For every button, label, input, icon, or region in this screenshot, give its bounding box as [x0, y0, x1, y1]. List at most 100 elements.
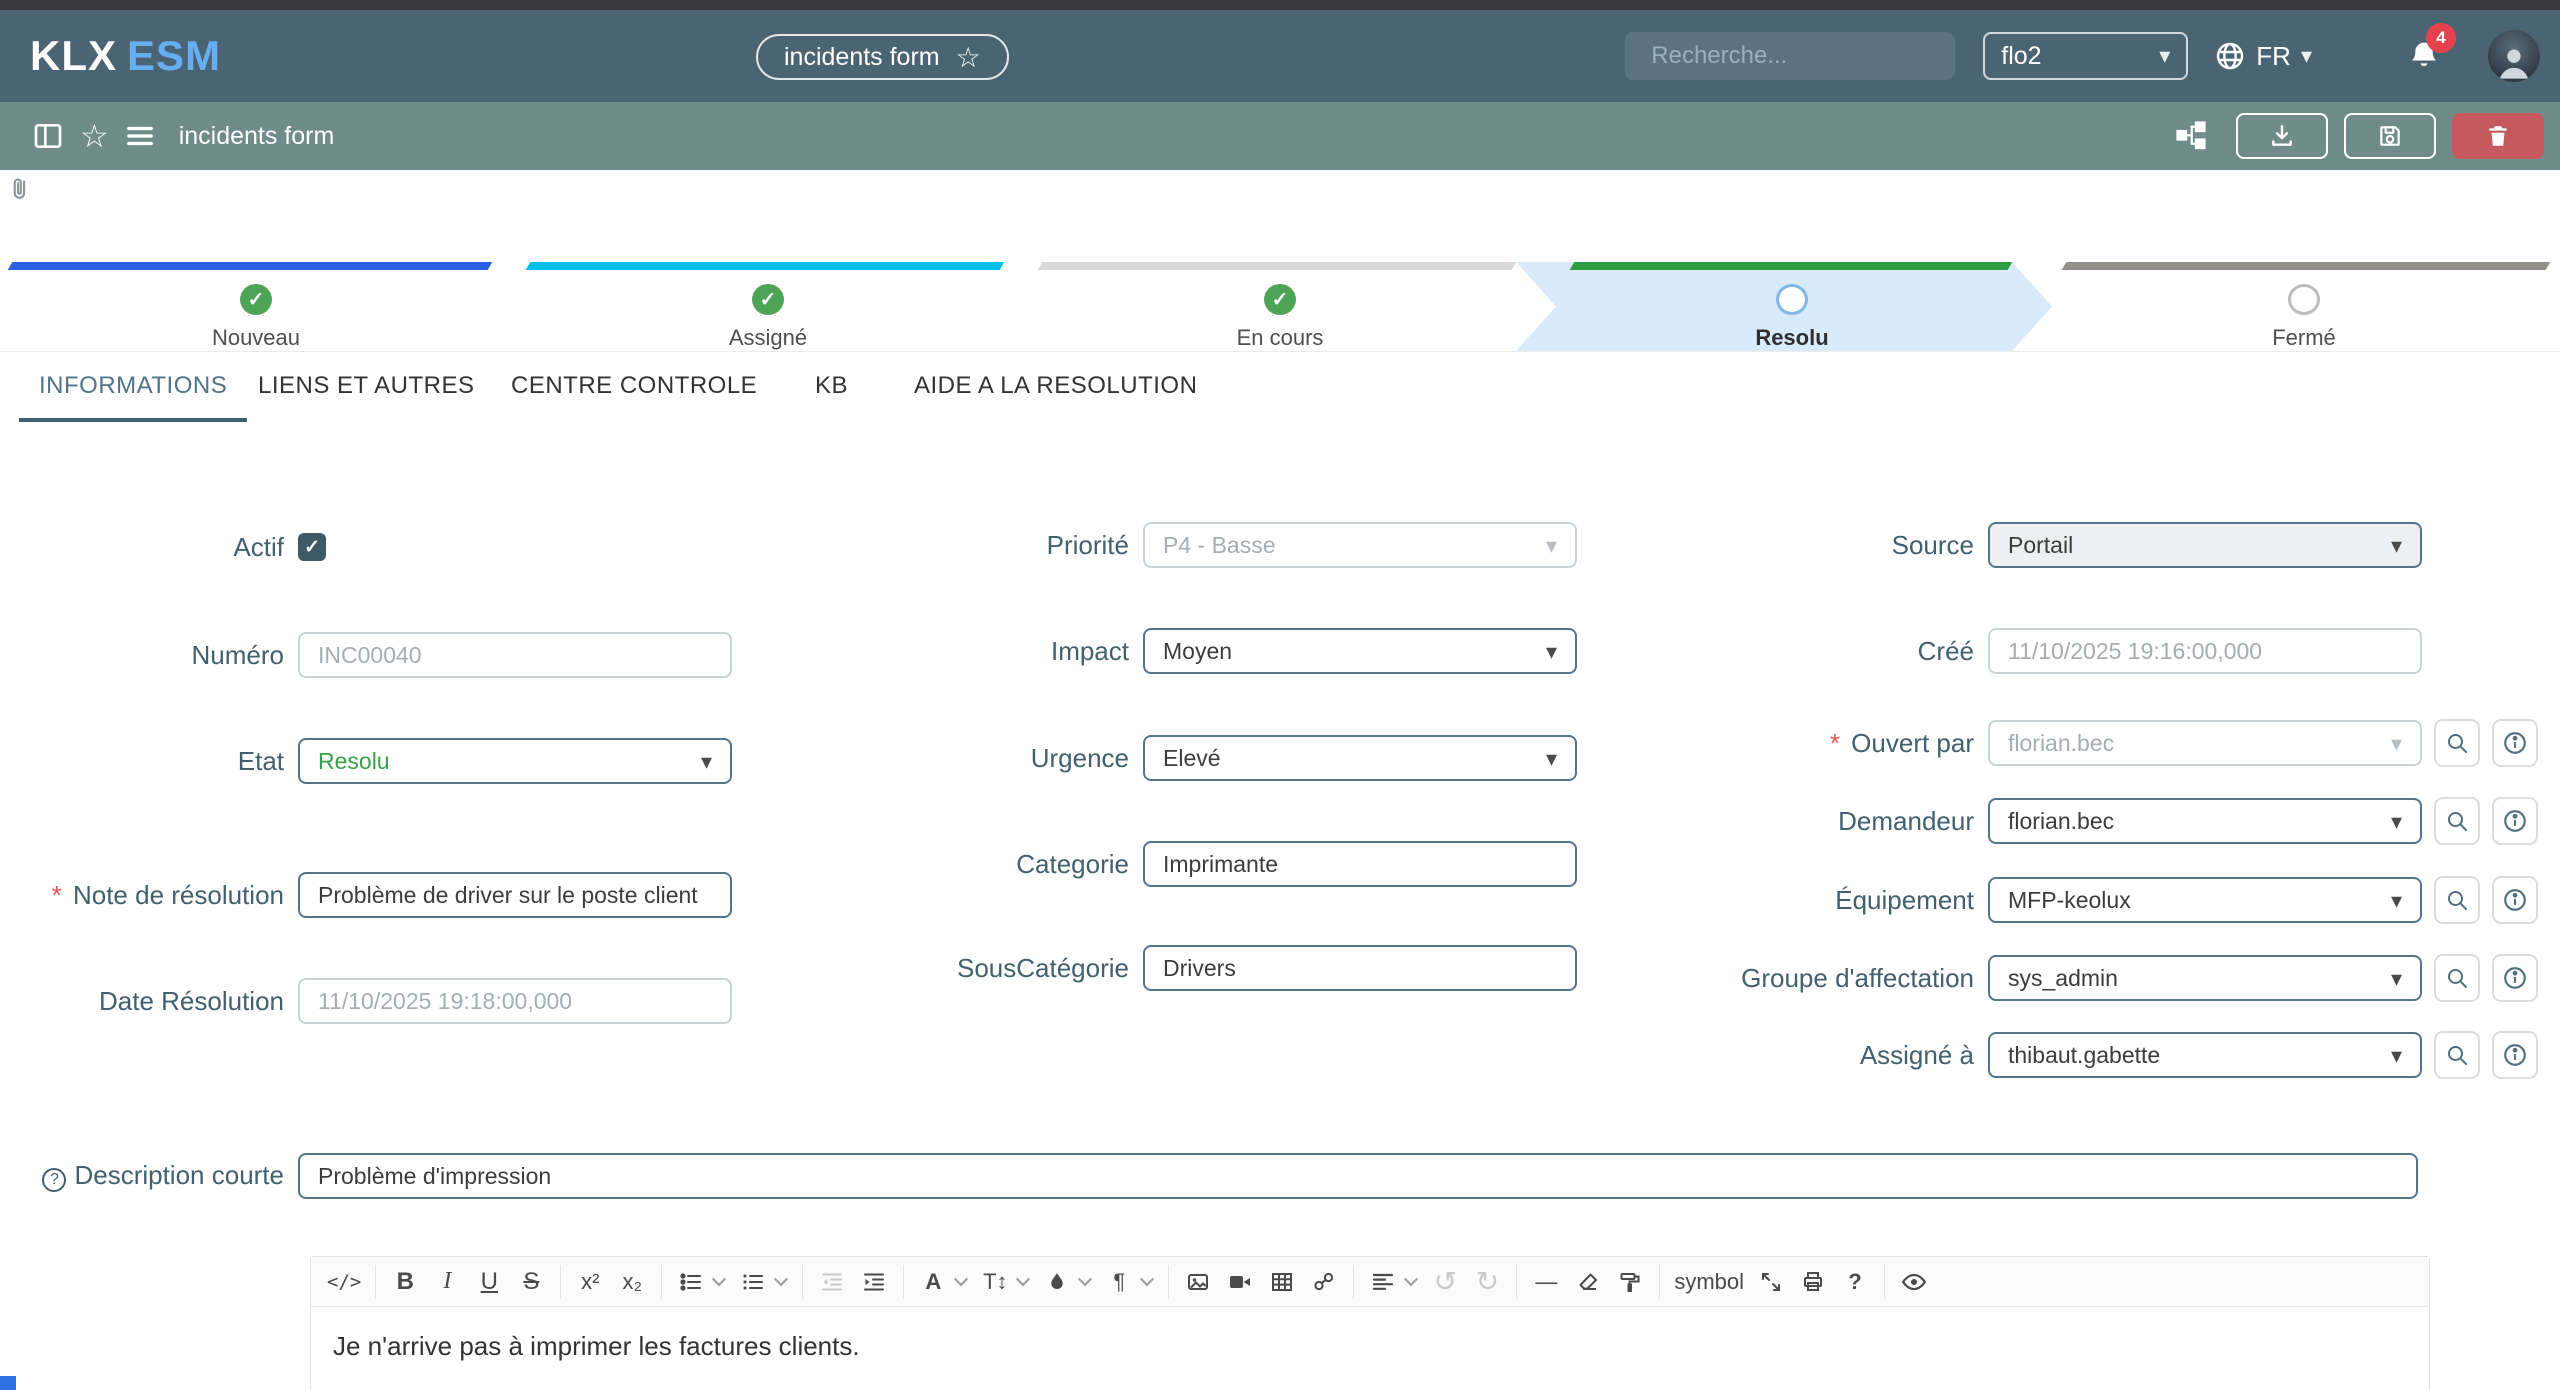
demandeur-info-button[interactable]	[2492, 797, 2538, 845]
chevron-down-icon[interactable]	[712, 1272, 726, 1286]
chevron-down-icon[interactable]	[1078, 1272, 1092, 1286]
ouvert-par-search-button[interactable]	[2434, 719, 2480, 767]
link-icon	[1312, 1270, 1336, 1294]
search-input[interactable]	[1651, 42, 1961, 70]
groupe-affectation-info-button[interactable]	[2492, 954, 2538, 1002]
chevron-down-icon[interactable]	[1404, 1272, 1418, 1286]
editor-code-view-button[interactable]: </>	[321, 1261, 367, 1303]
menu-button[interactable]	[125, 121, 155, 151]
tab-liens-et-autres[interactable]: LIENS ET AUTRES	[258, 372, 474, 418]
editor-insert-table-button[interactable]	[1261, 1261, 1303, 1303]
tab-centre-controle[interactable]: CENTRE CONTROLE	[511, 372, 757, 418]
source-select[interactable]: Portail	[1988, 522, 2422, 568]
assigne-a-select[interactable]: thibaut.gabette	[1988, 1032, 2422, 1078]
favorite-star-button[interactable]	[80, 117, 109, 155]
save-button[interactable]	[2344, 113, 2436, 159]
chevron-down-icon[interactable]	[954, 1272, 968, 1286]
equipement-search-button[interactable]	[2434, 876, 2480, 924]
date-resolution-input: 11/10/2025 19:18:00,000	[298, 978, 732, 1024]
editor-font-color-button[interactable]: A	[912, 1261, 954, 1303]
editor-bold-button[interactable]: B	[384, 1261, 426, 1303]
urgence-select[interactable]: Elevé	[1143, 735, 1577, 781]
attachments-button[interactable]	[6, 174, 34, 204]
note-resolution-input[interactable]: Problème de driver sur le poste client	[298, 872, 732, 918]
editor-italic-button[interactable]: I	[426, 1261, 468, 1303]
impact-select[interactable]: Moyen	[1143, 628, 1577, 674]
ouvert-par-info-button[interactable]	[2492, 719, 2538, 767]
chevron-down-icon[interactable]	[774, 1272, 788, 1286]
editor-help-button[interactable]: ?	[1834, 1261, 1876, 1303]
actif-checkbox[interactable]	[298, 533, 326, 561]
step-nouveau[interactable]: Nouveau	[0, 262, 512, 351]
editor-indent-button[interactable]	[853, 1261, 895, 1303]
editor-outdent-button[interactable]	[811, 1261, 853, 1303]
editor-strikethrough-button[interactable]: S	[510, 1261, 552, 1303]
groupe-affectation-select[interactable]: sys_admin	[1988, 955, 2422, 1001]
chevron-down-icon[interactable]	[1140, 1272, 1154, 1286]
editor-align-button[interactable]	[1362, 1261, 1404, 1303]
user-avatar[interactable]	[2488, 30, 2540, 82]
step-assigne[interactable]: Assigné	[512, 262, 1024, 351]
categorie-input[interactable]: Imprimante	[1143, 841, 1577, 887]
editor-subscript-button[interactable]: x₂	[611, 1261, 653, 1303]
global-search[interactable]	[1625, 32, 1955, 80]
chevron-down-icon[interactable]	[1016, 1272, 1030, 1286]
editor-symbol-button[interactable]: symbol	[1668, 1261, 1750, 1303]
delete-button[interactable]	[2452, 113, 2544, 159]
tab-aide-a-la-resolution[interactable]: AIDE A LA RESOLUTION	[914, 372, 1197, 418]
etat-select[interactable]: Resolu	[298, 738, 732, 784]
demandeur-search-button[interactable]	[2434, 797, 2480, 845]
info-icon	[2502, 965, 2528, 991]
assigne-a-info-button[interactable]	[2492, 1031, 2538, 1079]
editor-underline-button[interactable]: U	[468, 1261, 510, 1303]
editor-redo-button[interactable]	[1466, 1261, 1508, 1303]
editor-font-size-button[interactable]: T↕	[974, 1261, 1016, 1303]
editor-print-button[interactable]	[1792, 1261, 1834, 1303]
assigne-a-search-button[interactable]	[2434, 1031, 2480, 1079]
groupe-affectation-search-button[interactable]	[2434, 954, 2480, 1002]
notifications-button[interactable]: 4	[2408, 39, 2440, 73]
help-icon[interactable]: ?	[42, 1168, 66, 1192]
toolbar-separator	[661, 1265, 662, 1299]
toggle-panel-button[interactable]	[32, 120, 64, 152]
editor-undo-button[interactable]	[1424, 1261, 1466, 1303]
editor-highlight-color-button[interactable]	[1036, 1261, 1078, 1303]
editor-numbered-list-button[interactable]	[732, 1261, 774, 1303]
app-logo[interactable]: KLXESM	[30, 32, 221, 80]
editor-format-painter-button[interactable]	[1609, 1261, 1651, 1303]
tab-informations[interactable]: INFORMATIONS	[19, 372, 247, 422]
globe-icon	[2214, 40, 2246, 72]
step-ferme[interactable]: Fermé	[2048, 262, 2560, 351]
editor-horizontal-rule-button[interactable]: —	[1525, 1261, 1567, 1303]
step-en-cours[interactable]: En cours	[1024, 262, 1536, 351]
equipement-info-button[interactable]	[2492, 876, 2538, 924]
souscategorie-input[interactable]: Drivers	[1143, 945, 1577, 991]
language-select[interactable]: FR	[2214, 40, 2312, 72]
dropdown-caret-icon	[2391, 808, 2402, 835]
editor-paragraph-format-button[interactable]: ¶	[1098, 1261, 1140, 1303]
editor-content[interactable]: Je n'arrive pas à imprimer les factures …	[311, 1307, 2429, 1386]
editor-superscript-button[interactable]: x²	[569, 1261, 611, 1303]
description-courte-input[interactable]: Problème d'impression	[298, 1153, 2418, 1199]
equipement-select[interactable]: MFP-keolux	[1988, 877, 2422, 923]
editor-preview-button[interactable]	[1893, 1261, 1935, 1303]
workflow-button[interactable]	[2174, 119, 2208, 153]
trash-icon	[2485, 123, 2511, 149]
workspace-select[interactable]: flo2	[1983, 32, 2188, 80]
editor-insert-link-button[interactable]	[1303, 1261, 1345, 1303]
step-resolu[interactable]: Resolu	[1536, 262, 2048, 351]
favorite-star-icon[interactable]	[956, 41, 981, 74]
form-pill[interactable]: incidents form	[756, 34, 1009, 80]
tab-kb[interactable]: KB	[815, 372, 848, 418]
editor-fullscreen-button[interactable]	[1750, 1261, 1792, 1303]
editor-clear-formatting-button[interactable]	[1567, 1261, 1609, 1303]
editor-insert-image-button[interactable]	[1177, 1261, 1219, 1303]
editor-insert-video-button[interactable]	[1219, 1261, 1261, 1303]
export-button[interactable]	[2236, 113, 2328, 159]
language-label: FR	[2256, 41, 2291, 72]
paint-roller-icon	[1618, 1270, 1642, 1294]
save-icon	[2377, 123, 2403, 149]
field-demandeur: Demandeur florian.bec	[1700, 798, 2538, 844]
editor-bullet-list-button[interactable]	[670, 1261, 712, 1303]
demandeur-select[interactable]: florian.bec	[1988, 798, 2422, 844]
